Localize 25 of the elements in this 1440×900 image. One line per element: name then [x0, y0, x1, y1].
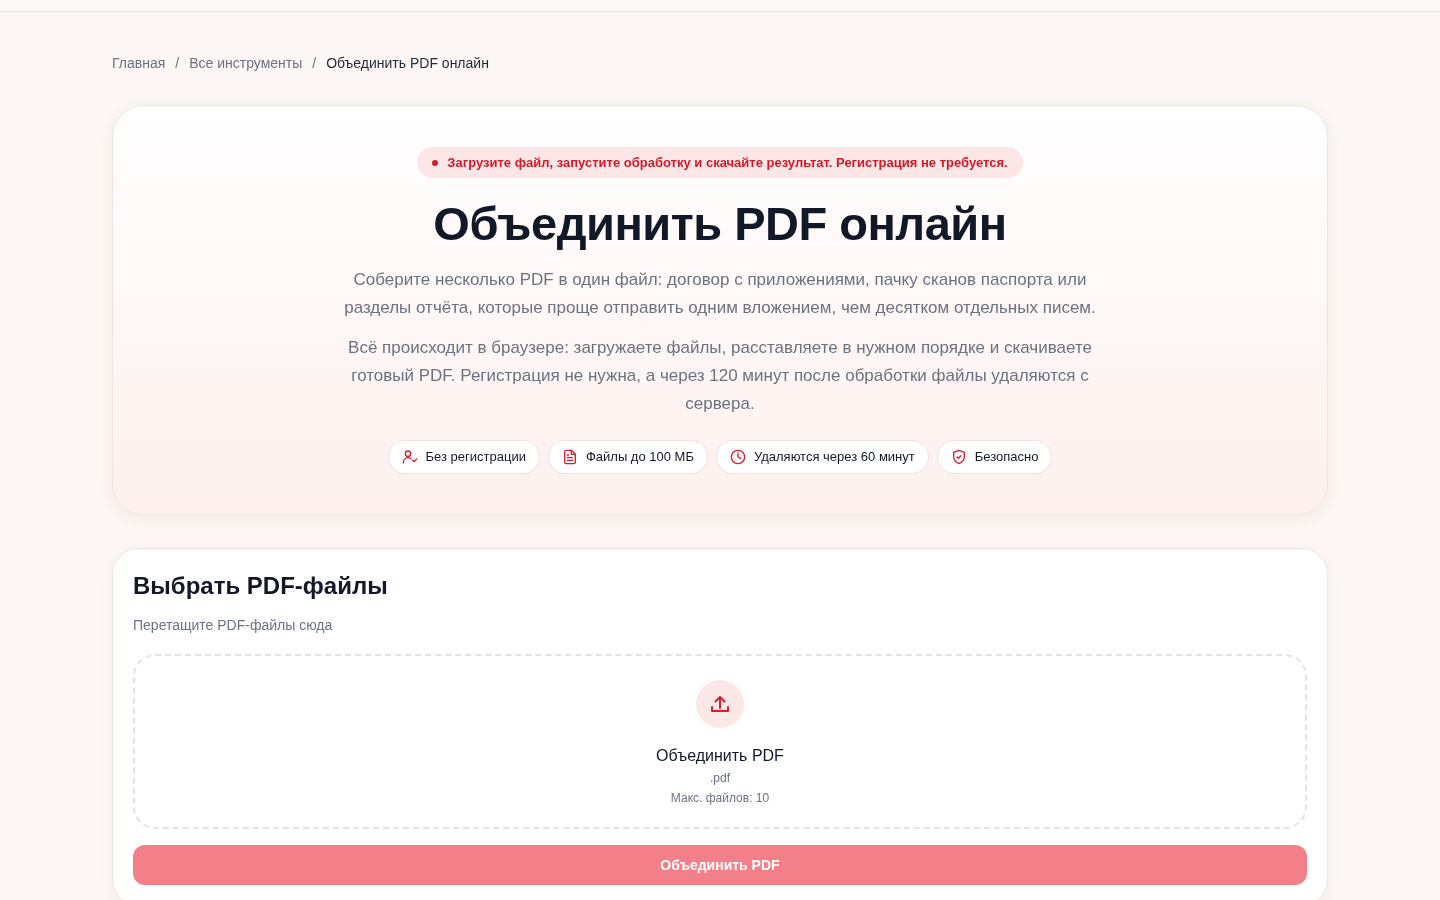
breadcrumb-separator: /	[174, 54, 181, 73]
current-page-label: Объединить PDF онлайн	[326, 54, 489, 73]
status-dot-icon	[432, 159, 439, 166]
feature-label: Без регистрации	[425, 448, 526, 467]
user-check-icon	[401, 449, 418, 465]
accepted-format: .pdf	[710, 770, 730, 787]
drop-zone[interactable]: Объединить PDF .pdf Макс. файлов: 10	[133, 654, 1307, 829]
drop-zone-title: Объединить PDF	[656, 746, 784, 766]
feature-label: Файлы до 100 МБ	[585, 448, 694, 467]
upload-icon	[696, 680, 744, 728]
breadcrumb-link[interactable]: Главная	[112, 53, 166, 74]
intro-paragraph: Всё происходит в браузере: загружаете файлы, расставляете в нужном порядке и скачиваете готовый PDF. Регистрация не нужна, а через 120 минут после обработки файлы удаляются с сервера.	[347, 337, 1093, 415]
breadcrumb-link[interactable]: Все инструменты	[189, 53, 303, 74]
page-title: Объединить PDF онлайн	[433, 196, 1007, 252]
feature-label: Безопасно	[974, 448, 1039, 467]
section-title: Выбрать PDF-файлы	[133, 571, 389, 601]
file-limit: Макс. файлов: 10	[670, 790, 770, 807]
upload-hint: Перетащите PDF-файлы сюда	[133, 616, 334, 635]
breadcrumb-separator: /	[311, 54, 318, 73]
clock-icon	[729, 449, 746, 465]
feature-label: Удаляются через 60 минут	[753, 448, 915, 467]
document-icon	[561, 449, 578, 465]
intro-paragraph: Соберите несколько PDF в один файл: договор с приложениями, пачку сканов паспорта или разделы отчёта, которые проще отправить одним вложением, чем десятком отдельных писем.	[343, 269, 1097, 319]
notice-text: Загрузите файл, запустите обработку и скачайте результат. Регистрация не требуется.	[447, 153, 1008, 172]
shield-check-icon	[950, 449, 967, 465]
